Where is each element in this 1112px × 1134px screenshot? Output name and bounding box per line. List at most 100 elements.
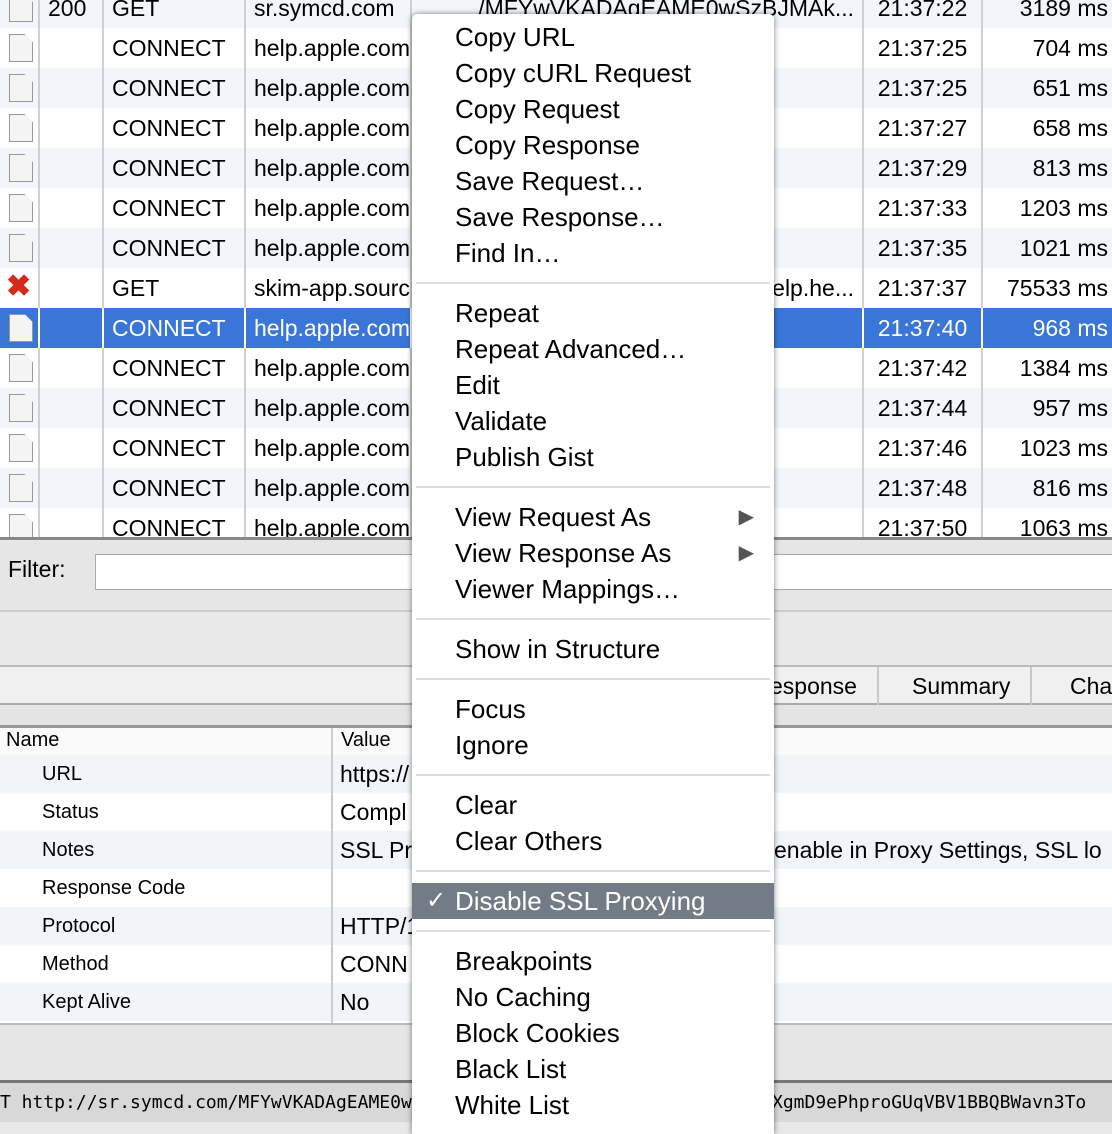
duration-cell: 1203 ms: [1019, 195, 1108, 221]
menu-item-label: No Caching: [455, 982, 591, 1012]
host-cell: help.apple.com: [246, 188, 412, 228]
menu-item-disable-ssl-proxying[interactable]: ✓ Disable SSL Proxying: [412, 883, 774, 919]
menu-item-label: Black List: [455, 1054, 567, 1084]
context-menu: Copy URL Copy cURL Request Copy Request Cop…: [412, 14, 774, 1134]
status-cell: [40, 188, 104, 228]
column-divider[interactable]: [331, 728, 333, 1023]
status-cell: [40, 228, 104, 268]
menu-separator: [412, 919, 774, 943]
submenu-arrow-icon: ▶: [738, 542, 754, 564]
menu-item-white-list[interactable]: White List: [412, 1087, 774, 1123]
status-cell: 200: [40, 0, 104, 28]
status-cell: [40, 28, 104, 68]
duration-cell: 75533 ms: [1006, 275, 1108, 301]
menu-item-label: Copy Request: [455, 94, 620, 124]
method-cell: GET: [104, 268, 246, 308]
menu-item-label: Ignore: [455, 730, 529, 760]
menu-item-label: Focus: [455, 694, 526, 724]
method-cell: CONNECT: [104, 228, 246, 268]
host-cell: help.apple.com: [246, 28, 412, 68]
menu-item-repeat[interactable]: Repeat: [412, 295, 774, 331]
property-value: No: [340, 989, 370, 1015]
time-cell: 21:37:37: [864, 268, 983, 308]
menu-item-view-request-as[interactable]: View Request As ▶: [412, 499, 774, 535]
menu-item-focus[interactable]: Focus: [412, 691, 774, 727]
method-cell: CONNECT: [104, 28, 246, 68]
menu-item-label: Viewer Mappings…: [455, 574, 680, 604]
time-cell: 21:37:25: [864, 28, 983, 68]
duration-cell: 651 ms: [1032, 75, 1108, 101]
menu-item-clear-others[interactable]: Clear Others: [412, 823, 774, 859]
document-icon: [9, 194, 33, 222]
method-cell: CONNECT: [104, 388, 246, 428]
menu-item-show-in-structure[interactable]: Show in Structure: [412, 631, 774, 667]
menu-item-copy-response[interactable]: Copy Response: [412, 127, 774, 163]
menu-item-save-response[interactable]: Save Response…: [412, 199, 774, 235]
menu-item-label: Publish Gist: [455, 442, 594, 472]
time-cell: 21:37:35: [864, 228, 983, 268]
menu-separator: [412, 607, 774, 631]
tab-chart[interactable]: Cha: [1050, 667, 1112, 705]
menu-item-breakpoints[interactable]: Breakpoints: [412, 943, 774, 979]
property-name: URL: [42, 763, 83, 785]
time-cell: 21:37:50: [864, 508, 983, 537]
time-cell: 21:37:22: [864, 0, 983, 28]
document-icon: [9, 434, 33, 462]
property-value: https://: [340, 761, 410, 787]
status-text-left: T http://sr.symcd.com/MFYwVKADAgEAME0wS: [0, 1092, 423, 1113]
column-header-name[interactable]: Name: [0, 728, 331, 755]
menu-item-black-list[interactable]: Black List: [412, 1051, 774, 1087]
menu-item-copy-url[interactable]: Copy URL: [412, 19, 774, 55]
host-cell: help.apple.com: [246, 308, 412, 348]
status-cell: [40, 348, 104, 388]
menu-item-label: Edit: [455, 370, 500, 400]
menu-separator: [412, 859, 774, 883]
menu-item-validate[interactable]: Validate: [412, 403, 774, 439]
property-value: CONN: [340, 951, 408, 977]
method-cell: CONNECT: [104, 468, 246, 508]
menu-item-ignore[interactable]: Ignore: [412, 727, 774, 763]
menu-item-clear[interactable]: Clear: [412, 787, 774, 823]
status-cell: [40, 68, 104, 108]
method-cell: CONNECT: [104, 348, 246, 388]
menu-item-copy-request[interactable]: Copy Request: [412, 91, 774, 127]
menu-item-view-response-as[interactable]: View Response As ▶: [412, 535, 774, 571]
icon-cell: [0, 68, 40, 108]
menu-item-find-in[interactable]: Find In…: [412, 235, 774, 271]
menu-item-edit[interactable]: Edit: [412, 367, 774, 403]
icon-cell: [0, 308, 40, 348]
menu-item-label: Breakpoints: [455, 946, 593, 976]
property-name: Notes: [42, 839, 95, 861]
time-cell: 21:37:44: [864, 388, 983, 428]
menu-item-save-request[interactable]: Save Request…: [412, 163, 774, 199]
menu-item-viewer-mappings[interactable]: Viewer Mappings…: [412, 571, 774, 607]
document-icon: [9, 0, 33, 22]
property-name: Status: [42, 801, 99, 823]
property-name: Kept Alive: [42, 991, 131, 1013]
icon-cell: [0, 388, 40, 428]
menu-item-publish-gist[interactable]: Publish Gist: [412, 439, 774, 475]
host-cell: help.apple.com: [246, 428, 412, 468]
property-name: Protocol: [42, 915, 116, 937]
document-icon: [9, 394, 33, 422]
method-cell: CONNECT: [104, 188, 246, 228]
menu-item-label: Save Response…: [455, 202, 665, 232]
tab-summary[interactable]: Summary: [892, 667, 1033, 705]
menu-item-label: Copy cURL Request: [455, 58, 692, 88]
status-cell: [40, 508, 104, 537]
menu-item-no-caching[interactable]: No Caching: [412, 979, 774, 1015]
menu-item-repeat-advanced[interactable]: Repeat Advanced…: [412, 331, 774, 367]
host-cell: skim-app.sourc: [246, 268, 412, 308]
icon-cell: [0, 0, 40, 28]
menu-separator: [412, 667, 774, 691]
menu-item-copy-curl-request[interactable]: Copy cURL Request: [412, 55, 774, 91]
time-cell: 21:37:48: [864, 468, 983, 508]
menu-item-label: Repeat: [455, 298, 539, 328]
document-icon: [9, 354, 33, 382]
time-cell: 21:37:42: [864, 348, 983, 388]
icon-cell: [0, 428, 40, 468]
menu-item-label: Show in Structure: [455, 634, 661, 664]
icon-cell: [0, 188, 40, 228]
document-icon: [9, 34, 33, 62]
menu-item-block-cookies[interactable]: Block Cookies: [412, 1015, 774, 1051]
